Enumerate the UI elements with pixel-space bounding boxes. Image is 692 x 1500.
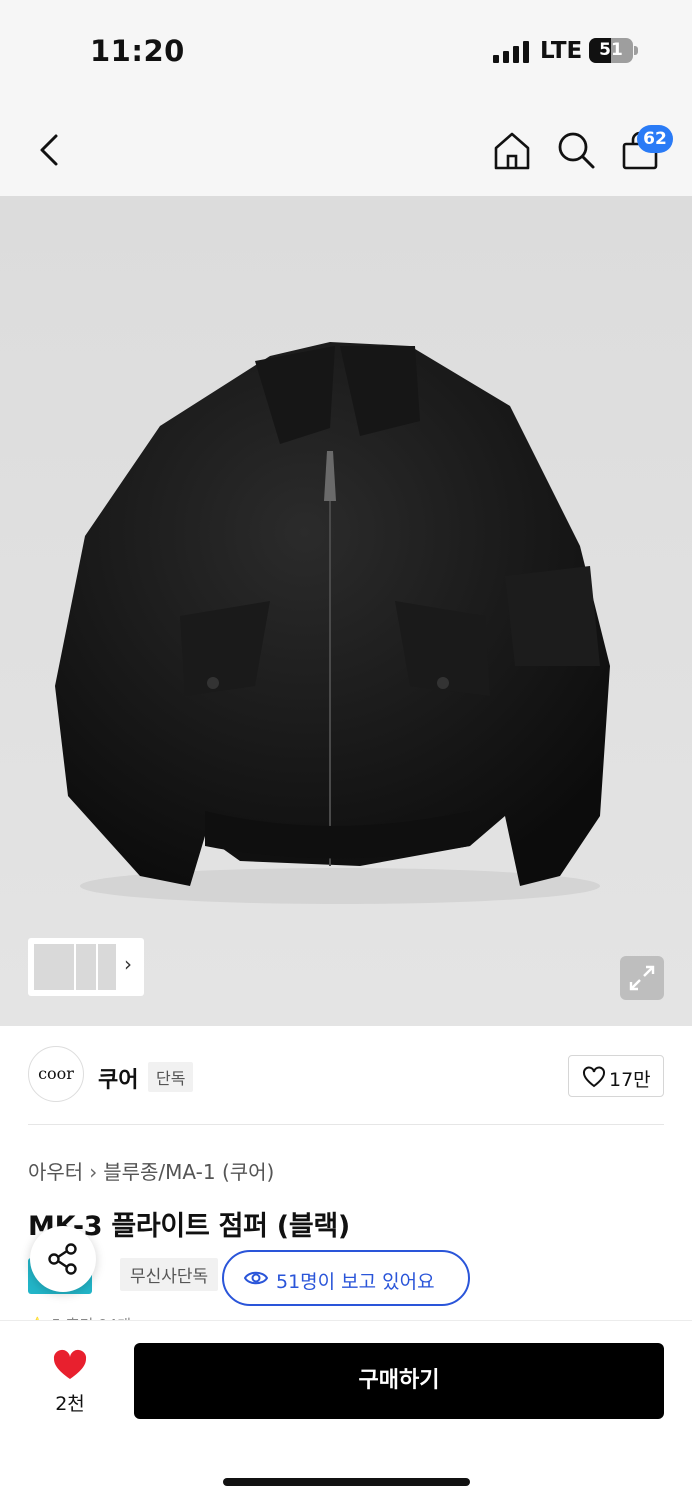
thumbnail-strip[interactable]: › bbox=[28, 938, 144, 996]
battery-level: 51 bbox=[599, 40, 623, 60]
brand-row: coor 쿠어 단독 17만 bbox=[0, 1026, 692, 1126]
battery-tip bbox=[634, 46, 638, 55]
heart-filled-icon bbox=[53, 1349, 87, 1379]
expand-icon[interactable] bbox=[620, 956, 664, 1000]
thumbnail-2[interactable] bbox=[76, 944, 96, 990]
brand-logo[interactable]: coor bbox=[28, 1046, 84, 1102]
network-label: LTE bbox=[540, 38, 583, 64]
jacket-image bbox=[55, 342, 610, 904]
home-icon[interactable] bbox=[490, 128, 534, 172]
wishlist-count: 2천 bbox=[55, 1393, 85, 1415]
thumbnail-next-icon[interactable]: › bbox=[124, 952, 132, 976]
breadcrumb-separator: › bbox=[89, 1160, 98, 1184]
breadcrumb-item[interactable]: 아우터 bbox=[28, 1156, 83, 1185]
share-button[interactable] bbox=[30, 1226, 96, 1292]
home-indicator bbox=[223, 1478, 470, 1486]
battery-icon: 51 bbox=[589, 38, 633, 63]
status-time: 11:20 bbox=[90, 34, 185, 68]
top-area: 11:20 LTE 51 62 bbox=[0, 0, 692, 196]
brand-name[interactable]: 쿠어 bbox=[98, 1062, 138, 1094]
breadcrumb-item[interactable]: 블루종/MA-1 (쿠어) bbox=[103, 1156, 274, 1185]
tag-row: 무신사단독 51명이 보고 있어요 bbox=[28, 1250, 668, 1310]
product-image[interactable]: › bbox=[0, 196, 692, 1026]
thumbnail-1[interactable] bbox=[34, 944, 74, 990]
brand-exclusive-tag: 단독 bbox=[148, 1062, 194, 1092]
exclusive-label: 무신사단독 bbox=[120, 1258, 219, 1291]
wishlist-button[interactable]: 2천 bbox=[40, 1345, 100, 1425]
viewers-text: 51명이 보고 있어요 bbox=[276, 1271, 435, 1293]
brand-like-button[interactable]: 17만 bbox=[568, 1055, 664, 1097]
divider bbox=[28, 1124, 664, 1125]
heart-outline-icon bbox=[583, 1066, 605, 1088]
bottom-purchase-bar: 2천 구매하기 bbox=[0, 1320, 692, 1500]
cart-count-badge: 62 bbox=[637, 125, 673, 153]
brand-like-count: 17만 bbox=[609, 1069, 651, 1091]
buy-button[interactable]: 구매하기 bbox=[134, 1343, 664, 1419]
search-icon[interactable] bbox=[554, 128, 598, 172]
share-icon bbox=[48, 1243, 77, 1275]
viewers-pill[interactable]: 51명이 보고 있어요 bbox=[222, 1250, 470, 1306]
signal-icon bbox=[493, 41, 529, 63]
thumbnail-3[interactable] bbox=[98, 944, 116, 990]
eye-icon bbox=[244, 1271, 268, 1285]
breadcrumb: 아우터 › 블루종/MA-1 (쿠어) bbox=[28, 1156, 274, 1185]
back-chevron-icon[interactable] bbox=[30, 128, 70, 172]
